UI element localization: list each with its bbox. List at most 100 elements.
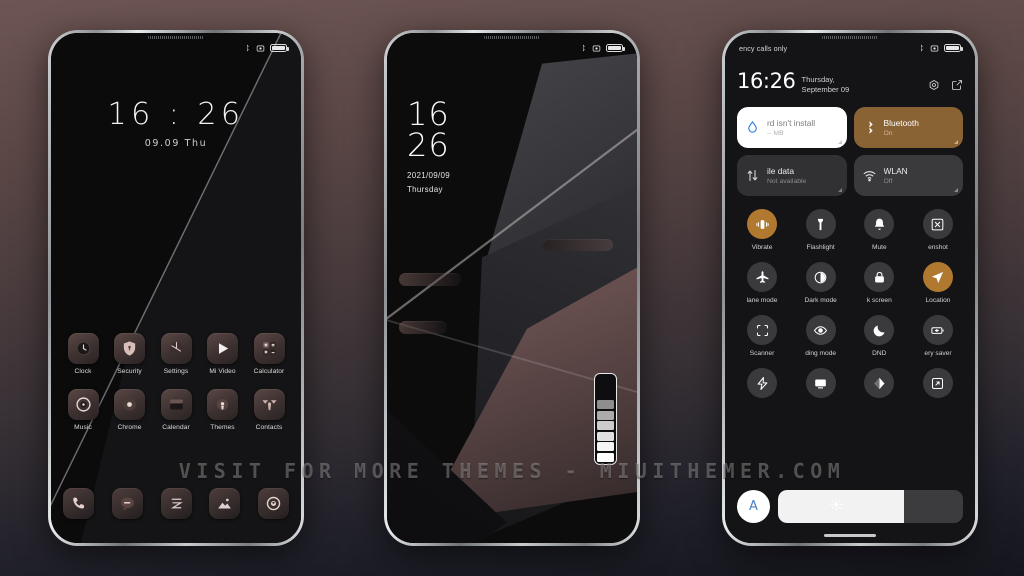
toggle-label: lane mode — [746, 297, 778, 304]
toggle-location[interactable]: Location — [913, 262, 963, 304]
tile-expand-corner[interactable] — [837, 140, 842, 144]
water-drop-icon — [745, 120, 760, 135]
toggle-dark-mode[interactable]: Dark mode — [796, 262, 846, 304]
tile-expand-corner[interactable] — [837, 188, 842, 192]
home-screen: 16 : 26 09.09 Thu Clock Security Setting… — [51, 33, 301, 543]
toggle-label: Scanner — [749, 350, 775, 357]
bluetooth-icon — [917, 44, 925, 52]
app-label: Contacts — [255, 424, 283, 431]
tile-title: Bluetooth — [883, 118, 919, 128]
tile-storage[interactable]: rd isn't install -- MB — [737, 107, 847, 148]
cast-icon — [805, 368, 836, 398]
tile-title: WLAN — [883, 166, 908, 176]
app-label: Calculator — [253, 368, 285, 375]
app-mi-video[interactable]: Mi Video — [203, 333, 243, 375]
toggle-scanner[interactable]: Scanner — [737, 315, 787, 357]
toggle-flashlight[interactable]: Flashlight — [796, 209, 846, 251]
toggle-dnd[interactable]: DND — [854, 315, 904, 357]
edit-icon[interactable] — [951, 78, 963, 96]
toggle-lightning[interactable] — [737, 368, 787, 403]
music-disc-icon — [67, 389, 99, 420]
airplane-icon — [747, 262, 777, 292]
phone-icon[interactable] — [63, 488, 94, 519]
app-label: Calendar — [162, 424, 190, 431]
toggle-cast[interactable] — [796, 368, 846, 403]
tile-subtitle: Off — [883, 178, 893, 185]
volume-widget[interactable] — [594, 373, 617, 465]
app-themes[interactable]: Themes — [203, 389, 243, 431]
sync-icon — [864, 368, 895, 398]
toggle-sync[interactable] — [854, 368, 904, 403]
wallpaper-pill-1 — [399, 273, 461, 286]
lightning-icon — [747, 368, 777, 398]
home-dock — [63, 488, 289, 519]
toggle-row-3: Scanner ding mode DND ery saver — [737, 315, 963, 357]
carrier-text: ency calls only — [739, 43, 788, 53]
contacts-icon — [253, 389, 285, 420]
tile-bluetooth[interactable]: Bluetooth On — [853, 107, 963, 148]
toggle-reading-mode[interactable]: ding mode — [796, 315, 846, 357]
brightness-row: A — [737, 490, 963, 523]
toggle-label: Vibrate — [751, 244, 773, 251]
home-indicator — [824, 534, 876, 537]
battery-icon — [606, 43, 625, 53]
gallery-icon[interactable] — [209, 488, 241, 519]
settings-gear-icon — [160, 333, 192, 364]
app-settings[interactable]: Settings — [156, 333, 196, 375]
gear-icon[interactable] — [928, 78, 940, 96]
tile-expand-corner[interactable] — [954, 188, 958, 192]
app-calendar[interactable]: Calendar — [156, 389, 196, 431]
toggle-screen-rotate[interactable] — [913, 368, 963, 403]
scanner-icon — [747, 315, 777, 345]
lock-weekday: Thursday — [407, 184, 443, 194]
app-label: Mi Video — [209, 368, 236, 375]
poster-stage: 16 : 26 09.09 Thu Clock Security Setting… — [0, 0, 1024, 576]
cc-date: Thursday, September 09 — [801, 75, 850, 95]
toggle-lock-screen[interactable]: k screen — [854, 262, 904, 304]
auto-brightness-button[interactable]: A — [737, 490, 770, 523]
battery-icon — [270, 43, 289, 53]
app-label: Chrome — [117, 424, 142, 431]
toggle-row-1: Vibrate Flashlight Mute enshot — [737, 209, 963, 251]
lock-date: 2021/09/09 — [407, 170, 451, 180]
toggle-mute[interactable]: Mute — [854, 209, 904, 251]
brightness-slider[interactable] — [778, 490, 963, 523]
app-calculator[interactable]: Calculator — [249, 333, 289, 375]
toggle-vibrate[interactable]: Vibrate — [737, 209, 787, 251]
app-music[interactable]: Music — [63, 389, 103, 431]
calendar-icon — [160, 389, 192, 420]
moon-icon — [864, 315, 895, 345]
toggle-label: k screen — [866, 297, 892, 304]
app-security[interactable]: Security — [110, 333, 150, 375]
cc-header-actions — [928, 69, 963, 96]
bluetooth-icon — [243, 44, 251, 52]
toggle-airplane-mode[interactable]: lane mode — [737, 262, 787, 304]
tile-subtitle: -- MB — [767, 130, 784, 137]
toggle-battery-saver[interactable]: ery saver — [913, 315, 963, 357]
tile-wlan[interactable]: WLAN Off — [853, 155, 963, 196]
tile-mobile-data[interactable]: ile data Not available — [737, 155, 847, 196]
app-contacts[interactable]: Contacts — [249, 389, 289, 431]
toggle-screenshot[interactable]: enshot — [913, 209, 963, 251]
data-transfer-icon — [745, 168, 760, 183]
play-icon — [207, 333, 238, 364]
app-chrome[interactable]: Chrome — [110, 389, 150, 431]
camera-icon[interactable] — [258, 488, 289, 519]
cc-toggle-grid: Vibrate Flashlight Mute enshot lane mode… — [737, 209, 963, 403]
dark-mode-icon — [805, 262, 836, 292]
notes-icon[interactable] — [160, 488, 192, 519]
phone-home: 16 : 26 09.09 Thu Clock Security Setting… — [48, 30, 304, 546]
clock-date: 09.09 Thu — [144, 138, 208, 149]
tile-title: ile data — [767, 166, 795, 176]
wallpaper-pill-2 — [399, 321, 447, 334]
control-center: ency calls only 16:26 Thursday, Septembe… — [725, 33, 975, 543]
toggle-row-4 — [737, 368, 963, 403]
wallpaper-pill-3 — [543, 239, 613, 251]
app-label: Security — [117, 368, 142, 375]
app-clock[interactable]: Clock — [63, 333, 103, 375]
screen-rotate-icon — [922, 368, 953, 398]
toggle-label: ery saver — [924, 350, 952, 357]
tile-expand-corner[interactable] — [954, 140, 958, 144]
messages-icon[interactable] — [111, 488, 143, 519]
cc-time: 16:26 — [737, 69, 796, 93]
